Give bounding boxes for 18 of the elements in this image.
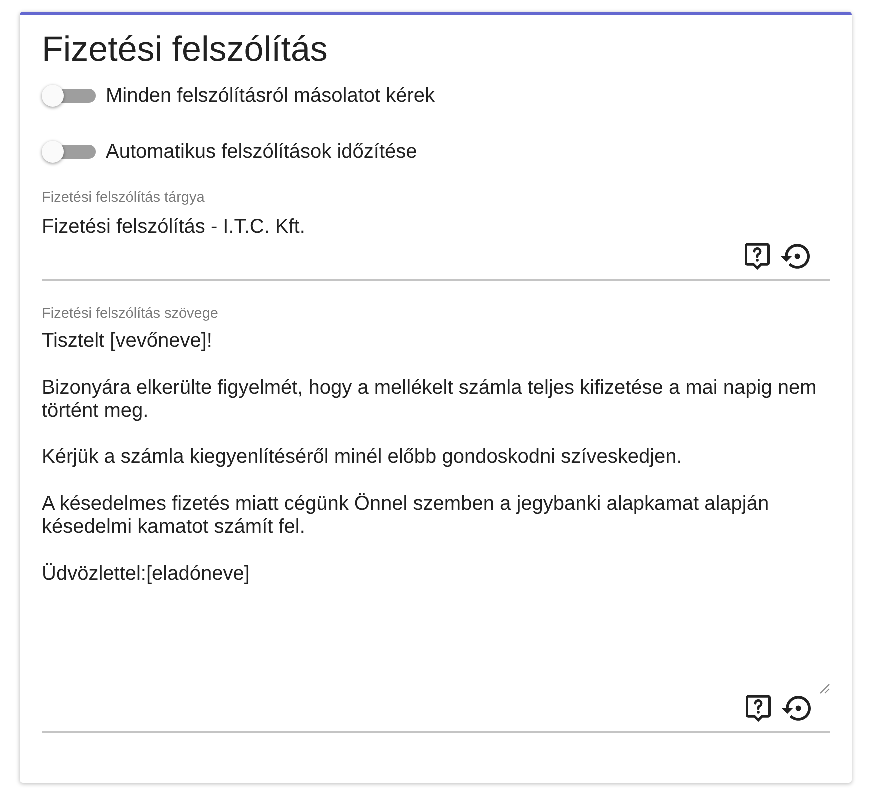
toggle-label: Minden felszólításról másolatot kérek (106, 84, 436, 108)
field-label: Fizetési felszólítás szövege (42, 305, 220, 323)
circular-arrow-icon[interactable] (782, 696, 811, 720)
question-bubble-icon[interactable] (746, 694, 771, 722)
resize-handle-icon[interactable] (820, 684, 830, 694)
paragraph-text: Bizonyára elkerülte figyelmét, hogy a mellékelt számla teljes kifizetése a mai napig nem történt meg. (42, 376, 818, 424)
field-value: Fizetési felszólítás - I.T.C. Kft. (42, 215, 306, 240)
toggle-label: Automatikus felszólítások időzítése (106, 140, 418, 164)
input-field[interactable]: Fizetési felszólítás tárgya Fizetési felszólítás - I.T.C. Kft. (42, 189, 830, 281)
question-bubble-icon[interactable] (745, 242, 770, 270)
paragraph-text: Tisztelt [vevőneve]! (42, 330, 214, 354)
paragraph-text: Üdvözlettel:[eladóneve] (42, 562, 251, 586)
paragraph-text: A késedelmes fizetés miatt cégünk Önnel szemben a jegybanki alapkamat alapján késedelmi kamatot számít fel. (42, 493, 770, 540)
field-label: Fizetési felszólítás tárgya (42, 189, 206, 207)
textarea-field[interactable] (42, 305, 830, 733)
circular-arrow-icon[interactable] (781, 244, 810, 268)
paragraph-text: Kérjük a számla kiegyenlítéséről minél előbb gondoskodni szíveskedjen. (42, 446, 684, 470)
card-title: Fizetési felszólítás (42, 30, 329, 70)
